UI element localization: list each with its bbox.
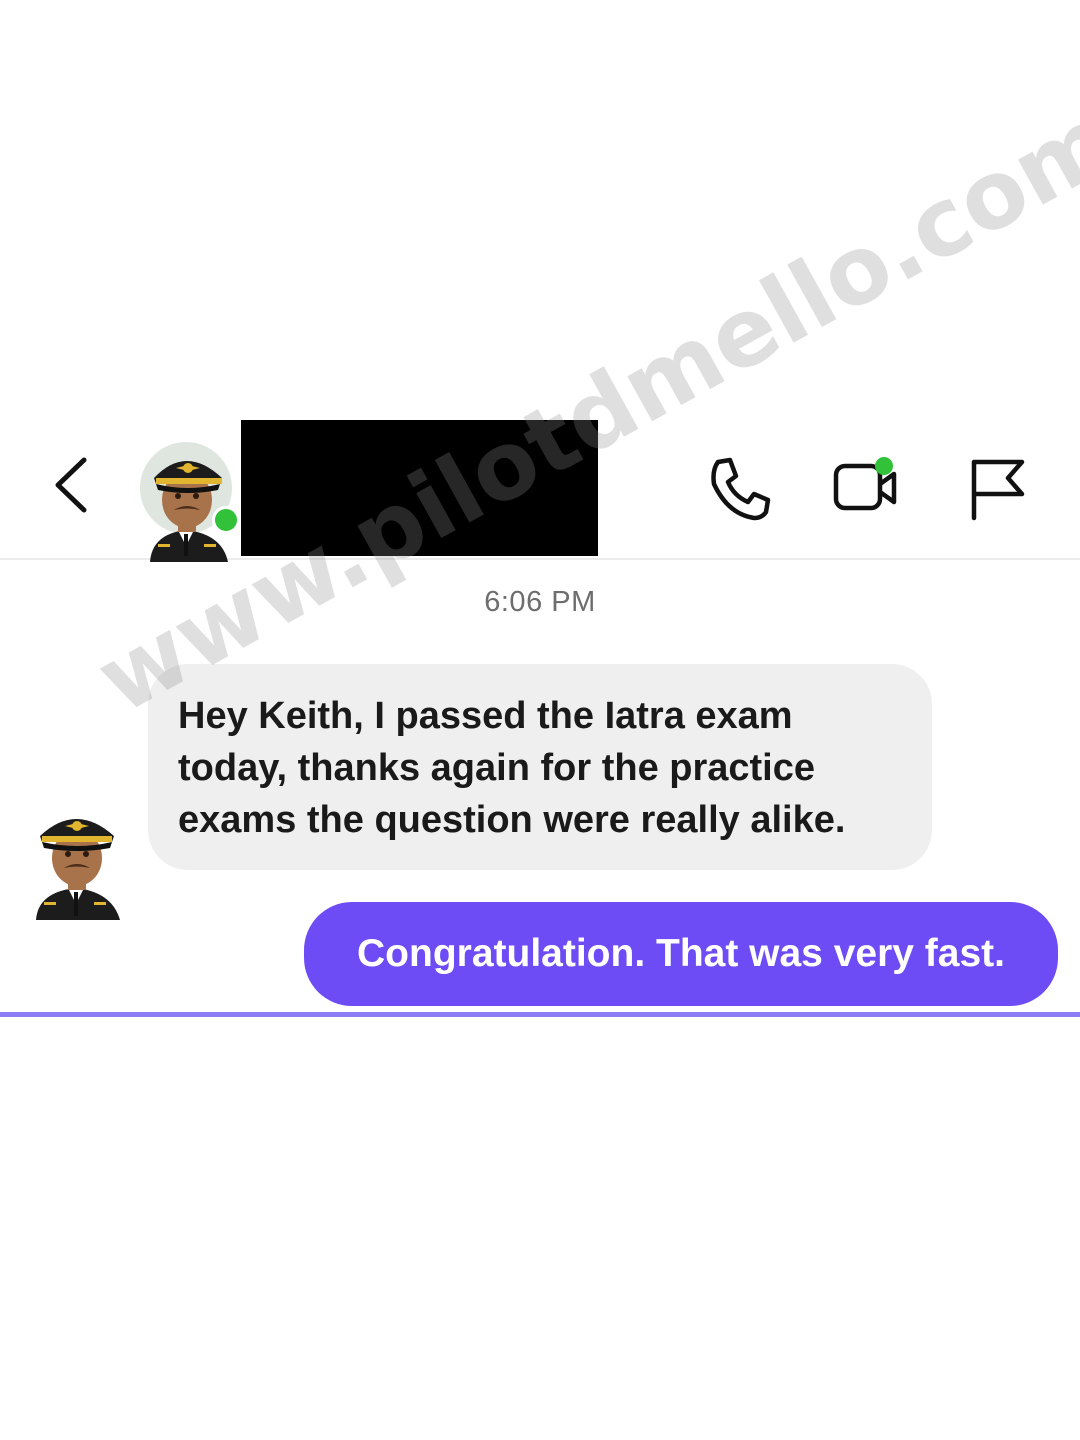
sender-avatar[interactable] [32,796,124,920]
chat-header [0,420,1080,562]
page: 6:06 PM Hey Keith, I passed the Iatra ex… [0,0,1080,1440]
video-call-icon[interactable] [830,454,900,524]
input-divider [0,1012,1080,1017]
incoming-message-bubble[interactable]: Hey Keith, I passed the Iatra exam today… [148,664,932,870]
back-chevron-icon[interactable] [48,454,98,516]
flag-icon[interactable] [962,454,1032,524]
phone-icon[interactable] [704,454,774,524]
contact-avatar[interactable] [140,438,238,562]
outgoing-message-bubble[interactable]: Congratulation. That was very fast. [304,902,1058,1006]
online-status-indicator [212,506,240,534]
chat-screen: 6:06 PM Hey Keith, I passed the Iatra ex… [0,420,1080,1020]
redacted-contact-name [241,420,598,556]
message-timestamp: 6:06 PM [484,586,596,618]
